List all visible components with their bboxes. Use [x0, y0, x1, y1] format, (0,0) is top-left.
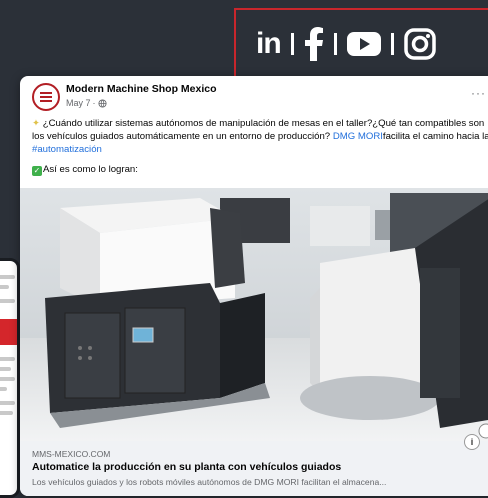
info-icon[interactable]: i: [464, 434, 480, 450]
mms-logo-icon: [40, 92, 52, 102]
post-paragraph-2: ✓ Así es como lo logran:: [32, 163, 488, 176]
phone-line: [0, 387, 7, 391]
post-paragraph: ✦ ¿Cuándo utilizar sistemas autónomos de…: [32, 117, 488, 156]
instagram-icon[interactable]: [403, 27, 436, 61]
phone-line: [0, 299, 15, 303]
meta-separator: ·: [92, 98, 96, 108]
social-icons-bar: in: [256, 26, 436, 62]
phone-red-banner: [0, 319, 17, 345]
link-domain: MMS-MEXICO.COM: [32, 449, 111, 459]
post-text-mid: facilita el camino hacia la: [382, 131, 488, 142]
phone-line: [0, 285, 9, 289]
post-image[interactable]: [20, 188, 488, 441]
page-name-link[interactable]: Modern Machine Shop Mexico: [66, 83, 217, 95]
hashtag-link[interactable]: #automatización: [32, 144, 102, 155]
facebook-post-card: Modern Machine Shop Mexico May 7 · ··· ✦…: [20, 76, 488, 496]
divider: [290, 33, 294, 55]
phone-line: [0, 401, 15, 405]
post-text-line2: Así es como lo logran:: [43, 164, 138, 175]
post-text: ✦ ¿Cuándo utilizar sistemas autónomos de…: [32, 117, 488, 176]
globe-icon: [97, 98, 107, 108]
sparkle-icon: ✦: [32, 118, 43, 129]
phone-line: [0, 357, 15, 361]
phone-line: [0, 411, 13, 415]
post-date[interactable]: May 7: [66, 98, 91, 108]
page-avatar[interactable]: [32, 83, 60, 111]
linkedin-icon[interactable]: in: [256, 27, 282, 61]
more-options-button[interactable]: ···: [471, 86, 486, 100]
agv-photo: [20, 188, 488, 441]
youtube-icon[interactable]: [346, 27, 381, 61]
phone-line: [0, 367, 11, 371]
brand-link[interactable]: DMG MORI: [333, 131, 383, 142]
phone-line: [0, 377, 15, 381]
phone-mockup: [0, 258, 20, 498]
link-title[interactable]: Automatice la producción en su planta co…: [32, 461, 341, 473]
check-mark-icon: ✓: [32, 166, 42, 176]
divider: [333, 33, 337, 55]
post-meta: May 7 ·: [66, 98, 107, 108]
facebook-icon[interactable]: [304, 27, 324, 61]
divider: [390, 33, 394, 55]
phone-line: [0, 275, 15, 279]
link-description: Los vehículos guiados y los robots móvil…: [32, 477, 387, 487]
